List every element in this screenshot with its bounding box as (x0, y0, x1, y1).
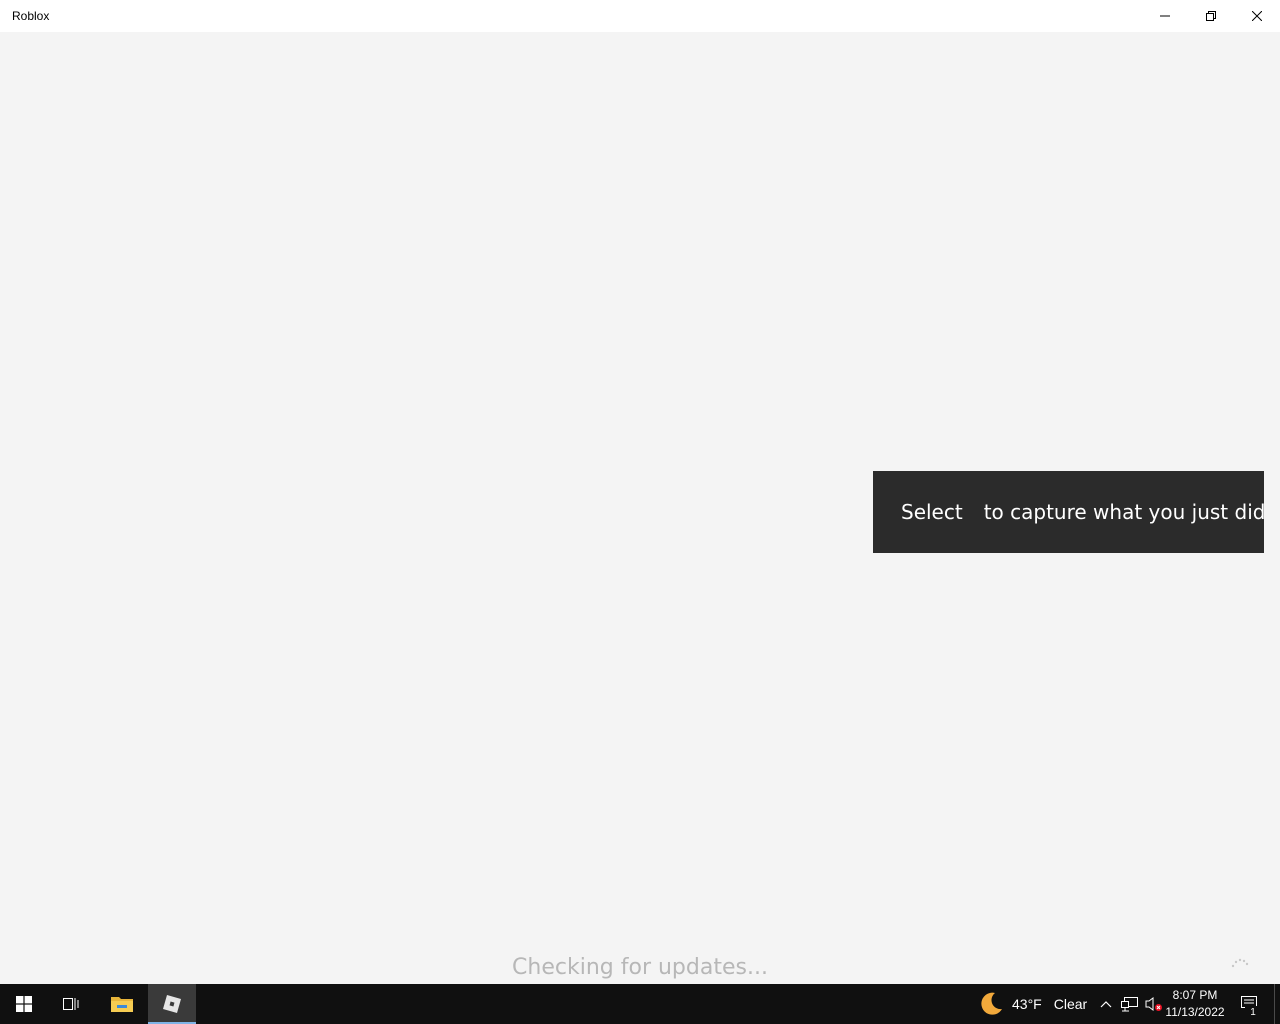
restore-button[interactable] (1188, 0, 1234, 32)
show-hidden-icons-button[interactable] (1094, 984, 1118, 1024)
chevron-up-icon (1100, 1001, 1112, 1008)
weather-temperature: 43°F (1012, 996, 1042, 1012)
clock-date: 11/13/2022 (1165, 1005, 1225, 1019)
show-desktop-button[interactable] (1274, 984, 1280, 1024)
close-icon (1252, 11, 1262, 21)
capture-toast: Select to capture what you just did (873, 471, 1266, 553)
volume-muted-icon (1145, 997, 1162, 1011)
toast-suffix: to capture what you just did (983, 500, 1266, 524)
notification-count-badge: 1 (1245, 1006, 1261, 1020)
loading-spinner-icon (1231, 958, 1249, 968)
minimize-icon (1160, 15, 1170, 17)
update-status-text: Checking for updates... (512, 955, 768, 980)
toast-prefix: Select (901, 500, 963, 524)
task-view-button[interactable] (48, 984, 96, 1024)
roblox-window: Roblox Select to capture what you just d… (0, 0, 1280, 984)
clock[interactable]: 8:07 PM 11/13/2022 (1162, 987, 1228, 1021)
taskbar: 43°F Clear 8:07 PM 11/13/2022 1 (0, 984, 1280, 1024)
start-button[interactable] (0, 984, 48, 1024)
clock-time: 8:07 PM (1172, 988, 1218, 1002)
weather-condition: Clear (1053, 996, 1088, 1012)
roblox-icon (163, 995, 181, 1013)
windows-logo-icon (16, 996, 32, 1012)
window-title: Roblox (12, 9, 50, 23)
network-icon (1121, 997, 1138, 1012)
roblox-button[interactable] (148, 984, 196, 1024)
moon-icon (981, 992, 1002, 1015)
close-button[interactable] (1234, 0, 1280, 32)
system-tray (1094, 984, 1166, 1024)
minimize-button[interactable] (1142, 0, 1188, 32)
network-button[interactable] (1118, 984, 1142, 1024)
title-bar[interactable]: Roblox (0, 0, 1280, 32)
weather-widget[interactable]: 43°F Clear (978, 984, 1087, 1024)
folder-icon (111, 997, 133, 1012)
task-view-icon (63, 998, 79, 1010)
restore-icon (1206, 11, 1216, 21)
file-explorer-button[interactable] (98, 984, 146, 1024)
